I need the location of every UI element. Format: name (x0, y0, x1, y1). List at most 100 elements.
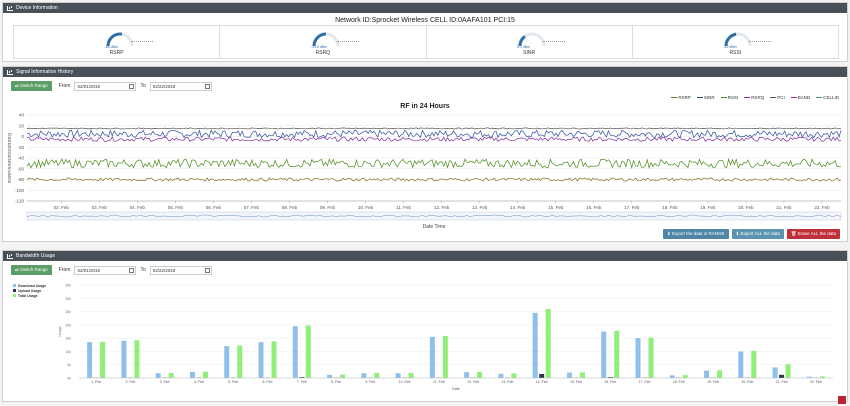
y-tick-label: 30k (65, 297, 71, 301)
x-tick-label: 19. Feb (700, 205, 716, 210)
bar-total-usage (168, 372, 174, 378)
legend-item[interactable]: RSRP (671, 95, 691, 100)
bar-download-usage (121, 340, 127, 378)
calendar-icon[interactable] (129, 267, 135, 273)
y-tick-label: -20 (17, 145, 24, 150)
range-navigator (26, 211, 842, 221)
calendar-icon[interactable] (204, 267, 210, 273)
bar-download-usage (635, 338, 641, 378)
bar-download-usage (361, 373, 367, 378)
series-line-rsrq (26, 136, 842, 142)
x-tick-label: 16. Feb (604, 380, 616, 384)
bar-download-usage (738, 351, 744, 378)
bar-download-usage (498, 373, 504, 378)
gauge-value: -13.0 dBm (310, 45, 328, 49)
bar-total-usage (682, 375, 688, 378)
legend-swatch (816, 96, 823, 99)
device-info-header: Device Information (3, 3, 847, 13)
x-tick-label: 12. Feb (467, 380, 479, 384)
to-date-input[interactable]: 02/22/2018 (149, 265, 212, 275)
legend-swatch (13, 289, 16, 292)
to-label: To (140, 267, 146, 273)
x-tick-label: 12. Feb (434, 205, 450, 210)
legend-swatch (696, 96, 703, 99)
x-tick-label: 04. Feb (130, 205, 146, 210)
bar-download-usage (601, 331, 607, 378)
erase-all-button[interactable]: 🗑 Erase ALL the data (786, 229, 840, 239)
legend-item[interactable]: CELLID (816, 95, 839, 100)
shield-logo-icon (838, 396, 846, 404)
bar-total-usage (305, 325, 311, 378)
x-tick-label: 17. Feb (639, 380, 651, 384)
gauge-sparkline (130, 39, 153, 42)
x-tick-label: 17. Feb (624, 205, 640, 210)
bandwidth-panel: Bandwidth Usage ⇄ Switch Range From 02/0… (2, 250, 848, 402)
bar-total-usage (442, 336, 448, 378)
x-tick-label: 11. Feb (396, 205, 411, 210)
gauge-label: RSRP (109, 50, 124, 56)
y-tick-label: -100 (15, 188, 25, 193)
bar-download-usage (669, 375, 675, 378)
x-tick-label: 6. Feb (263, 380, 273, 384)
legend-label: Download Usage (18, 284, 46, 288)
bar-total-usage (271, 341, 277, 378)
bar-download-usage (258, 342, 264, 378)
switch-range-button[interactable]: ⇄ Switch Range (11, 265, 52, 275)
x-tick-label: 15. Feb (570, 380, 582, 384)
x-tick-label: 18. Feb (673, 380, 685, 384)
legend-item[interactable]: PCI (770, 95, 785, 100)
bar-total-usage (511, 373, 517, 378)
legend-item[interactable]: BAND (790, 95, 810, 100)
x-tick-label: 08. Feb (282, 205, 298, 210)
y-tick-label: -80 (17, 177, 24, 182)
legend-item[interactable]: SINR (696, 95, 715, 100)
bar-download-usage (292, 326, 298, 378)
export-range-label: Export the data in RANGE (671, 231, 725, 236)
from-date-input[interactable]: 02/01/2018 (74, 265, 137, 275)
bandwidth-header: Bandwidth Usage (3, 251, 847, 261)
legend-label: CELLID (823, 95, 839, 100)
x-tick-label: 21. Feb (776, 380, 788, 384)
calendar-icon[interactable] (129, 83, 135, 89)
x-tick-label: 14. Feb (510, 205, 526, 210)
gauge-sparkline (749, 39, 772, 42)
y-tick-label: 25k (65, 310, 71, 314)
network-line: Network ID:Sprocket Wireless CELL ID:0AA… (335, 17, 515, 24)
legend-item[interactable]: RSSI (720, 95, 739, 100)
to-date-value: 02/22/2018 (152, 83, 176, 89)
from-label: From (58, 267, 71, 273)
bar-download-usage (704, 370, 710, 378)
legend-item[interactable]: RSRQ (744, 95, 764, 100)
y-tick-label: 0 (21, 134, 24, 139)
export-range-button[interactable]: ⬇ Export the data in RANGE (662, 229, 729, 239)
bar-download-usage (155, 373, 161, 378)
x-tick-label: 22. Feb (810, 380, 822, 384)
x-tick-label: 06. Feb (206, 205, 222, 210)
gauge-sparkline (336, 39, 359, 42)
legend-label: RSSI (727, 95, 739, 100)
gauge-rsrq: -13.0 dBm RSRQ (220, 26, 427, 58)
legend-label: PCI (777, 95, 785, 100)
to-date-input[interactable]: 02/22/2018 (149, 81, 212, 91)
from-label: From (58, 83, 71, 89)
x-tick-label: 10. Feb (399, 380, 411, 384)
bandwidth-title: Bandwidth Usage (16, 253, 56, 259)
x-tick-label: 03. Feb (92, 205, 108, 210)
series-line-rssi (26, 157, 842, 170)
switch-range-button[interactable]: ⇄ Switch Range (11, 81, 52, 91)
calendar-icon[interactable] (204, 83, 210, 89)
bar-download-usage (464, 372, 470, 378)
signal-history-header: Signal Information History (3, 67, 847, 77)
rf-legend: RSRP SINR RSSI RSRQ PCI BAND CELLID (671, 95, 839, 100)
bar-total-usage (614, 330, 620, 378)
from-date-input[interactable]: 02/01/2018 (74, 81, 137, 91)
from-date-value: 02/01/2018 (77, 267, 100, 273)
y-tick-label: 0k (67, 377, 71, 381)
chart-icon (7, 5, 13, 11)
chart-icon (7, 69, 13, 75)
x-tick-label: 13. Feb (501, 380, 513, 384)
bar-total-usage (648, 337, 654, 378)
y-tick-label: 40 (19, 113, 25, 118)
bar-upload-usage (779, 374, 785, 378)
export-all-button[interactable]: ⬇ Export ALL the data (731, 229, 784, 239)
